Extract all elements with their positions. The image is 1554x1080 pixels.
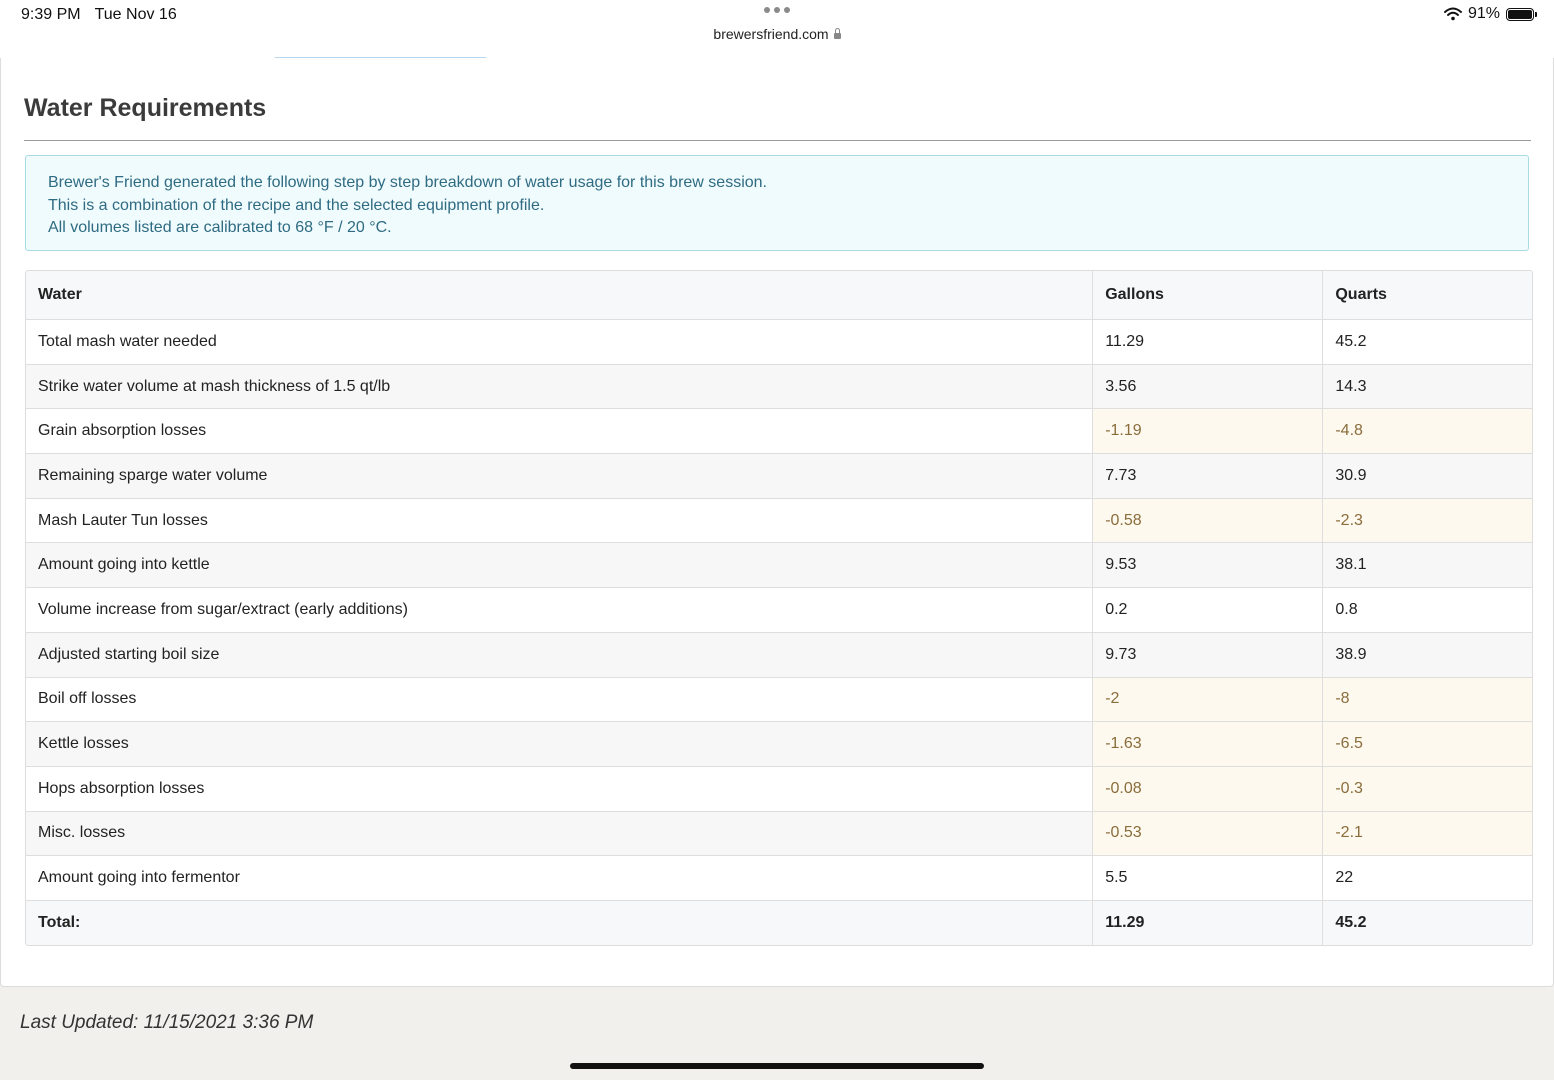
gallons-cell: 3.56: [1092, 364, 1323, 410]
more-options-icon[interactable]: [762, 5, 792, 15]
table-row: Boil off losses -2 -8: [26, 677, 1532, 723]
gallons-cell: -0.08: [1092, 766, 1323, 812]
row-label: Amount going into fermentor: [26, 855, 1093, 901]
water-requirements-card: Water Requirements Brewer's Friend gener…: [0, 58, 1554, 987]
info-line: This is a combination of the recipe and …: [48, 196, 545, 214]
quarts-cell: -4.8: [1322, 408, 1532, 455]
gallons-cell: 9.53: [1092, 542, 1323, 589]
table-row: Misc. losses -0.53 -2.1: [26, 811, 1532, 857]
gallons-cell: 11.29: [1092, 319, 1323, 365]
quarts-cell: -8: [1322, 677, 1532, 723]
address-bar[interactable]: brewersfriend.com: [0, 26, 1554, 42]
home-indicator[interactable]: [570, 1063, 984, 1069]
info-line: All volumes listed are calibrated to 68 …: [48, 219, 392, 236]
row-label: Mash Lauter Tun losses: [26, 498, 1093, 544]
gallons-cell: -1.63: [1092, 721, 1323, 767]
gallons-cell: -2: [1092, 677, 1323, 723]
battery-icon: [1506, 7, 1537, 21]
quarts-cell: 38.9: [1322, 632, 1532, 678]
quarts-cell: -0.3: [1322, 766, 1532, 812]
table-row: Amount going into kettle 9.53 38.1: [26, 542, 1532, 589]
row-label: Kettle losses: [26, 721, 1093, 767]
quarts-cell: -2.3: [1322, 498, 1532, 544]
status-bar: 9:39 PM Tue Nov 16 brewersfriend.com 91%: [0, 0, 1554, 59]
total-label: Total:: [26, 900, 1093, 945]
row-label: Grain absorption losses: [26, 408, 1093, 455]
gallons-cell: 7.73: [1092, 453, 1323, 499]
battery-percent: 91%: [1467, 5, 1500, 22]
quarts-cell: 30.9: [1322, 453, 1532, 499]
lock-icon: [833, 28, 841, 39]
total-row: Total: 11.29 45.2: [26, 900, 1532, 945]
row-label: Total mash water needed: [26, 319, 1093, 365]
wifi-icon: [1443, 7, 1462, 21]
total-gallons: 11.29: [1092, 900, 1323, 945]
column-header-water: Water: [26, 271, 1093, 320]
row-label: Misc. losses: [26, 811, 1093, 857]
table-row: Strike water volume at mash thickness of…: [26, 364, 1532, 410]
table-row: Volume increase from sugar/extract (earl…: [26, 587, 1532, 633]
gallons-cell: -0.58: [1092, 498, 1323, 544]
table-row: Amount going into fermentor 5.5 22: [26, 855, 1532, 901]
title-divider: [24, 140, 1531, 141]
gallons-cell: 0.2: [1092, 587, 1323, 633]
gallons-cell: -0.53: [1092, 811, 1323, 857]
quarts-cell: -6.5: [1322, 721, 1532, 767]
table-row: Remaining sparge water volume 7.73 30.9: [26, 453, 1532, 499]
table-row: Total mash water needed 11.29 45.2: [26, 319, 1532, 365]
table-row: Grain absorption losses -1.19 -4.8: [26, 408, 1532, 455]
last-updated-text: Last Updated: 11/15/2021 3:36 PM: [20, 1012, 314, 1033]
table-header-row: Water Gallons Quarts: [26, 271, 1532, 320]
quarts-cell: 0.8: [1322, 587, 1532, 633]
column-header-quarts: Quarts: [1322, 271, 1532, 320]
table-row: Kettle losses -1.63 -6.5: [26, 721, 1532, 767]
section-title: Water Requirements: [24, 94, 267, 122]
row-label: Amount going into kettle: [26, 542, 1093, 589]
column-header-gallons: Gallons: [1092, 271, 1323, 320]
row-label: Boil off losses: [26, 677, 1093, 723]
row-label: Adjusted starting boil size: [26, 632, 1093, 678]
quarts-cell: 45.2: [1322, 319, 1532, 365]
status-time: 9:39 PM Tue Nov 16: [21, 6, 177, 24]
gallons-cell: -1.19: [1092, 408, 1323, 455]
system-indicators: 91%: [1443, 5, 1537, 23]
gallons-cell: 5.5: [1092, 855, 1323, 901]
table-row: Adjusted starting boil size 9.73 38.9: [26, 632, 1532, 678]
quarts-cell: 38.1: [1322, 542, 1532, 589]
info-alert: Brewer's Friend generated the following …: [25, 155, 1529, 251]
clock-date: Tue Nov 16: [94, 6, 177, 23]
clock-time: 9:39 PM: [21, 6, 81, 23]
total-quarts: 45.2: [1322, 900, 1532, 945]
row-label: Hops absorption losses: [26, 766, 1093, 812]
row-label: Volume increase from sugar/extract (earl…: [26, 587, 1093, 633]
table-row: Mash Lauter Tun losses -0.58 -2.3: [26, 498, 1532, 544]
gallons-cell: 9.73: [1092, 632, 1323, 678]
water-table: Water Gallons Quarts Total mash water ne…: [25, 270, 1533, 946]
info-line: Brewer's Friend generated the following …: [48, 174, 767, 191]
table-row: Hops absorption losses -0.08 -0.3: [26, 766, 1532, 812]
quarts-cell: 22: [1322, 855, 1532, 901]
quarts-cell: -2.1: [1322, 811, 1532, 857]
row-label: Strike water volume at mash thickness of…: [26, 364, 1093, 410]
row-label: Remaining sparge water volume: [26, 453, 1093, 499]
url-text: brewersfriend.com: [713, 26, 829, 42]
quarts-cell: 14.3: [1322, 364, 1532, 410]
